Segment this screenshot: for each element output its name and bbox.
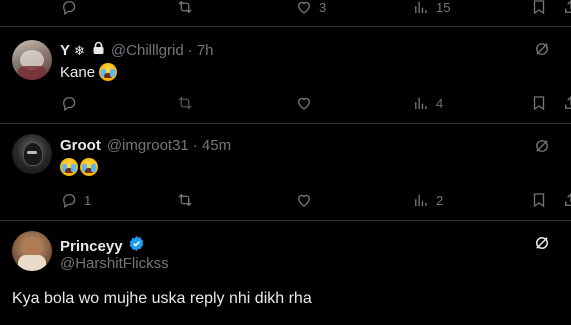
grok-icon[interactable] [533, 40, 551, 58]
views-count: 2 [436, 192, 444, 208]
tweet-actions: 4 [0, 92, 571, 114]
bookmark-button[interactable] [530, 0, 548, 18]
loudly-crying-face-emoji [60, 158, 78, 176]
snowflake-icon: ❄ [74, 42, 85, 58]
views-button[interactable]: 15 [412, 0, 450, 18]
avatar[interactable] [12, 134, 52, 174]
avatar[interactable] [12, 40, 52, 80]
share-button[interactable] [562, 92, 571, 114]
repost-icon [176, 191, 194, 209]
repost-button[interactable] [176, 0, 194, 18]
views-icon [412, 94, 430, 112]
display-name[interactable]: Y [60, 42, 70, 59]
lock-icon [92, 41, 105, 60]
handle[interactable]: @HarshitFlickss [60, 255, 169, 272]
views-icon [412, 0, 430, 16]
bookmark-button[interactable] [530, 189, 548, 211]
reply-button[interactable]: 1 [60, 189, 91, 211]
heart-icon [295, 94, 313, 112]
like-button[interactable] [295, 189, 313, 211]
repost-icon [176, 0, 194, 16]
repost-button[interactable] [176, 189, 194, 211]
divider [0, 26, 571, 27]
reply-button[interactable] [60, 0, 78, 18]
tweet-actions: 1 2 [0, 189, 571, 211]
bookmark-icon [530, 0, 548, 16]
views-count: 15 [436, 0, 451, 15]
bookmark-icon [530, 94, 548, 112]
reply-button[interactable] [60, 92, 78, 114]
like-button[interactable]: 3 [295, 0, 326, 18]
tweet-text: Kane [60, 63, 96, 81]
handle[interactable]: @Chilllgrid [111, 42, 184, 59]
share-button[interactable] [562, 0, 571, 18]
reply-count: 1 [84, 192, 92, 208]
share-icon [562, 0, 571, 16]
like-count: 3 [319, 0, 327, 15]
reply-icon [60, 0, 78, 16]
divider [0, 123, 571, 124]
reply-icon [60, 191, 78, 209]
loudly-crying-face-emoji [99, 63, 118, 81]
views-button[interactable]: 4 [412, 92, 443, 114]
bookmark-icon [530, 191, 548, 209]
handle[interactable]: @imgroot31 [107, 137, 189, 154]
views-icon [412, 191, 430, 209]
heart-icon [295, 0, 313, 16]
views-count: 4 [436, 95, 444, 111]
reply-icon [60, 94, 78, 112]
timestamp[interactable]: · 45m [193, 137, 231, 154]
like-button[interactable] [295, 92, 313, 114]
divider [0, 220, 571, 221]
bookmark-button[interactable] [530, 92, 548, 114]
share-button[interactable] [562, 189, 571, 211]
verified-badge-icon [128, 235, 145, 257]
loudly-crying-face-emoji [80, 158, 98, 176]
top-tweet-actions: 3 15 [0, 0, 571, 18]
repost-icon [176, 94, 194, 112]
share-icon [562, 191, 571, 209]
share-icon [562, 94, 571, 112]
timestamp[interactable]: · 7h [188, 42, 214, 59]
display-name[interactable]: Groot [60, 137, 101, 154]
repost-button[interactable] [176, 92, 194, 114]
grok-icon[interactable] [533, 234, 551, 252]
grok-icon[interactable] [533, 137, 551, 155]
tweet-text: Kya bola wo mujhe uska reply nhi dikh rh… [12, 290, 312, 307]
avatar[interactable] [12, 231, 52, 271]
display-name[interactable]: Princeyy [60, 238, 123, 255]
heart-icon [295, 191, 313, 209]
views-button[interactable]: 2 [412, 189, 443, 211]
